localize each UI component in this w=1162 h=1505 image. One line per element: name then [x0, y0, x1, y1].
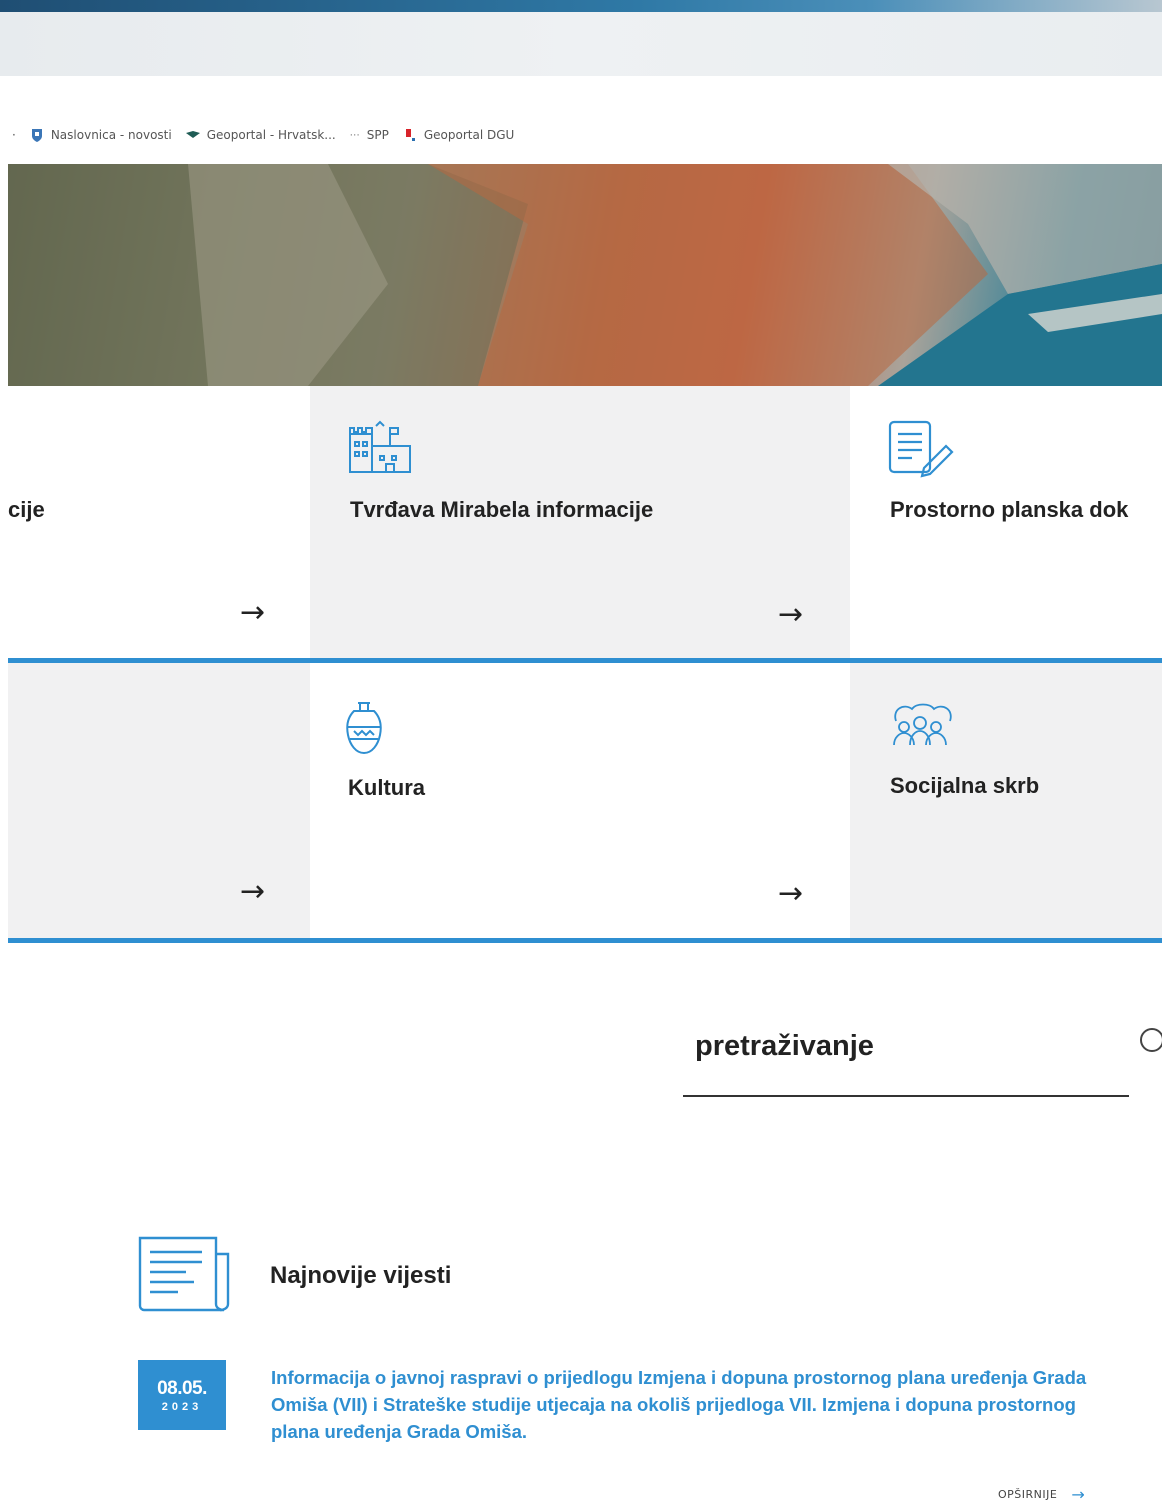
card-arrow-icon: → — [240, 874, 266, 909]
card-row2-col1[interactable]: → — [8, 663, 310, 938]
search-icon[interactable] — [1136, 1026, 1162, 1058]
hero-image — [8, 164, 1162, 386]
document-edit-icon — [888, 420, 954, 478]
row-divider — [8, 938, 1162, 943]
browser-toolbar — [0, 12, 1162, 76]
card-kultura[interactable]: Kultura → — [310, 663, 850, 938]
newspaper-icon — [138, 1236, 230, 1312]
card-tvrdava-mirabela[interactable]: Tvrđava Mirabela informacije → — [310, 386, 850, 658]
bookmark-geoportal-dgu[interactable]: Geoportal DGU — [403, 128, 514, 142]
news-item-link[interactable]: Informacija o javnoj raspravi o prijedlo… — [271, 1364, 1121, 1445]
bookmarks-row: · Naslovnica - novosti Geoportal - Hrvat… — [12, 128, 514, 142]
browser-top-bar — [0, 0, 1162, 12]
arrow-right-icon: → — [1071, 1485, 1086, 1504]
shield-icon — [31, 129, 42, 142]
news-heading: Najnovije vijesti — [270, 1262, 452, 1289]
hero-landscape — [8, 164, 1162, 386]
bookmarks-bar — [0, 76, 1162, 164]
card-arrow-icon: → — [778, 876, 804, 911]
card-prostorno-planska[interactable]: Prostorno planska dok — [850, 386, 1162, 658]
card-arrow-icon: → — [240, 595, 266, 630]
read-more-link[interactable]: OPŠIRNIJE → — [998, 1485, 1085, 1504]
community-icon — [893, 703, 952, 746]
bookmark-naslovnica[interactable]: Naslovnica - novosti — [30, 128, 172, 142]
search-input-underline[interactable] — [683, 1095, 1129, 1097]
spp-icon: ⋯ — [349, 129, 360, 141]
bookmark-spp[interactable]: ⋯ SPP — [350, 128, 389, 142]
date-badge: 08.05. 2023 — [138, 1360, 226, 1430]
map-flag-icon — [185, 131, 200, 138]
flag-icon — [405, 129, 415, 141]
amphora-icon — [346, 702, 382, 755]
card-title: cije — [8, 497, 45, 522]
card-title: Prostorno planska dok — [890, 497, 1129, 522]
card-title: Socijalna skrb — [890, 773, 1040, 798]
bookmark-overflow-dot: · — [12, 128, 16, 142]
card-arrow-icon: → — [778, 597, 804, 632]
search-label[interactable]: pretraživanje — [695, 1030, 874, 1063]
date-day: 08.05. — [157, 1378, 207, 1399]
card-title: Kultura — [348, 775, 425, 800]
fortress-icon — [349, 420, 411, 473]
card-socijalna-skrb[interactable]: Socijalna skrb — [850, 663, 1162, 938]
date-year: 2023 — [161, 1401, 203, 1413]
card-row1-col1[interactable]: cije → — [8, 386, 310, 658]
read-more-label: OPŠIRNIJE — [998, 1488, 1058, 1501]
bookmark-geoportal-hrvatska[interactable]: Geoportal - Hrvatsk... — [185, 128, 336, 142]
card-title: Tvrđava Mirabela informacije — [350, 497, 654, 522]
